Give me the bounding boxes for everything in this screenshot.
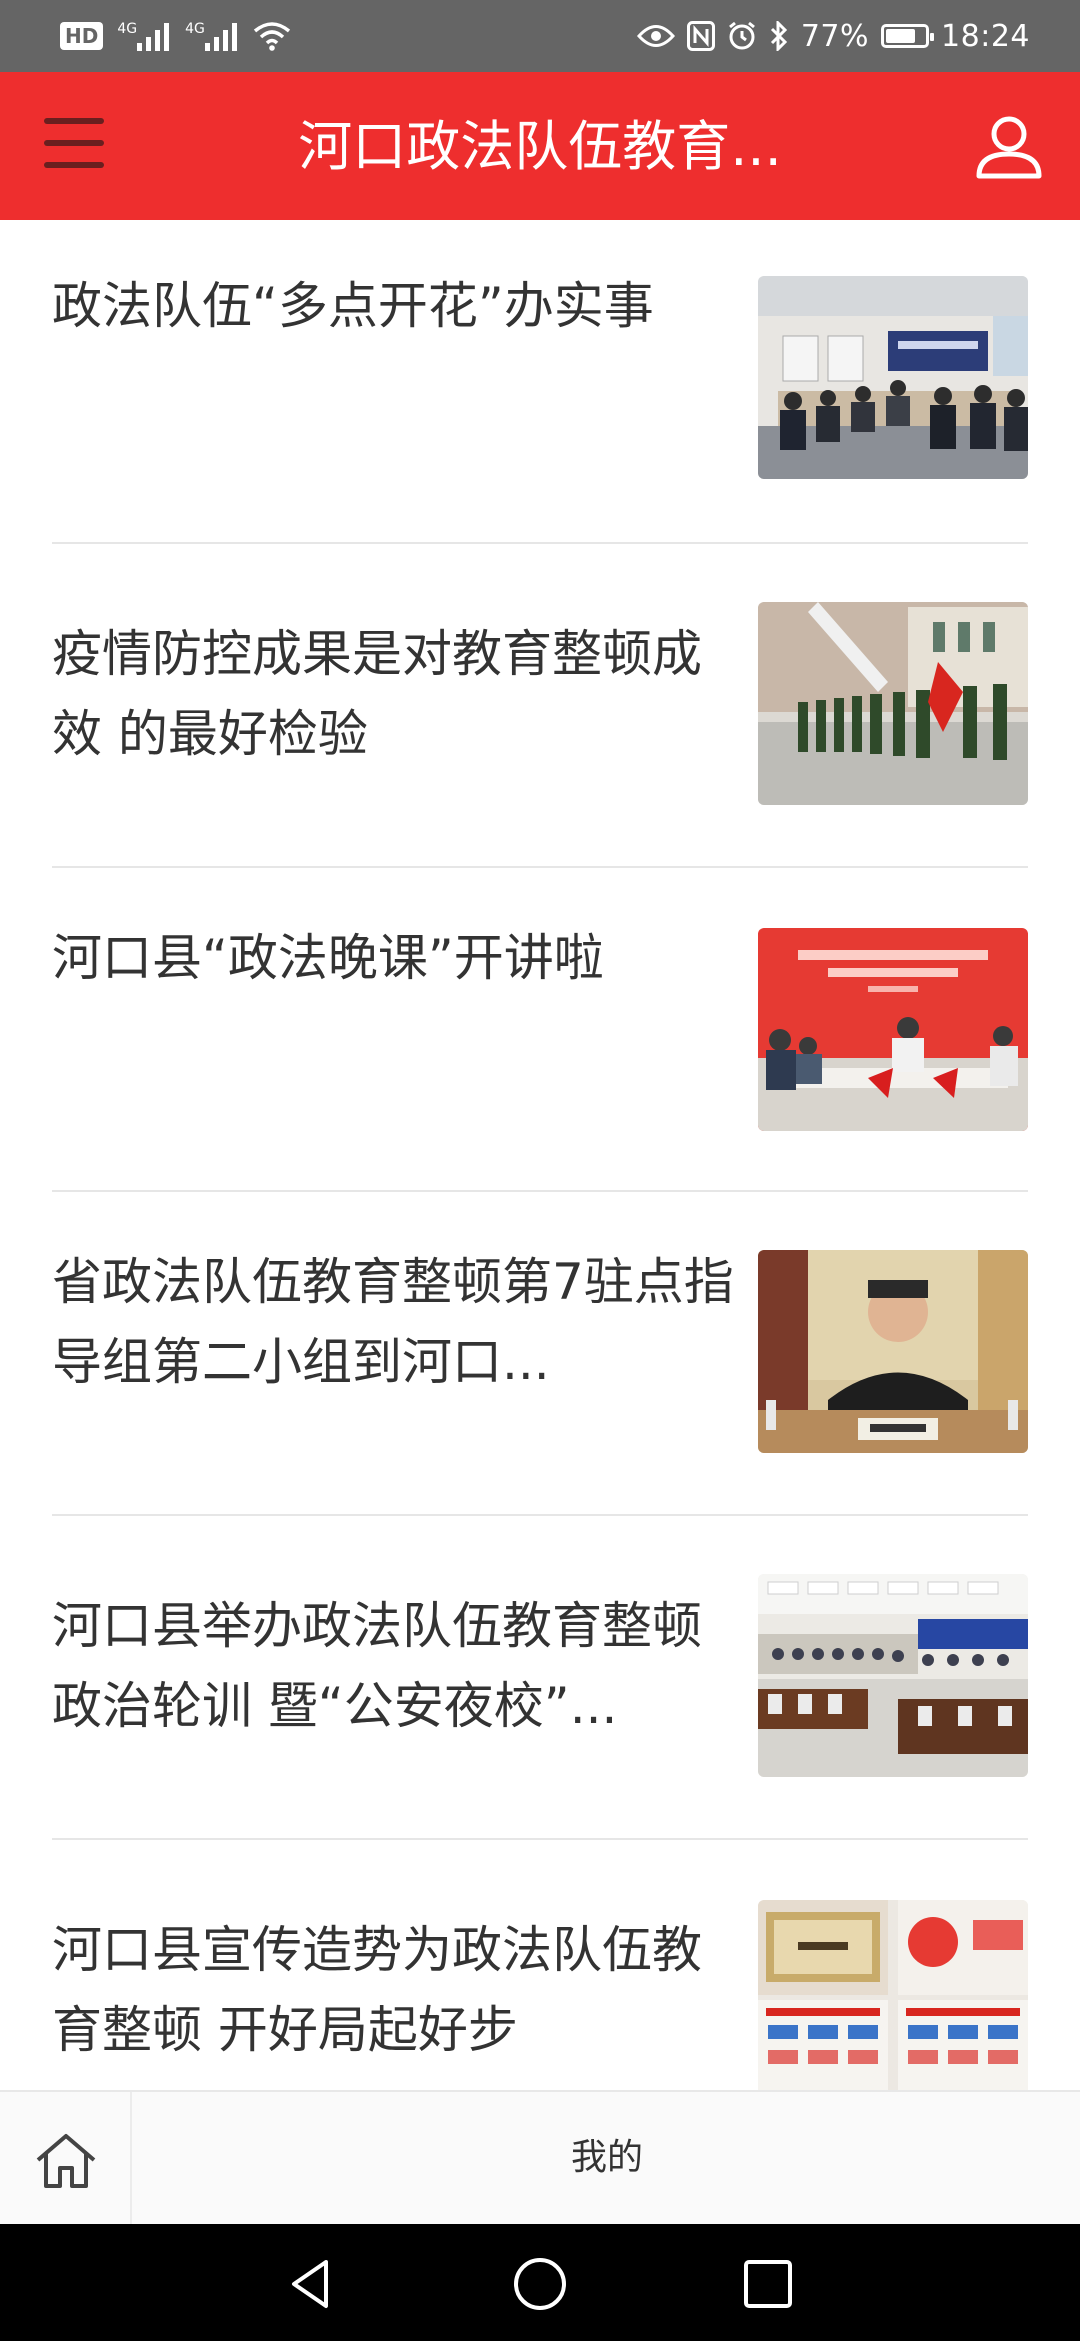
article-title: 河口县宣传造势为政法队伍教育整顿 开好局起好步 <box>52 1921 702 2059</box>
article-item[interactable]: 疫情防控成果是对教育整顿成效 的最好检验 <box>52 544 1028 868</box>
clock: 18:24 <box>941 18 1030 54</box>
office-posters-photo <box>758 1900 1028 2090</box>
home-circle-icon[interactable] <box>510 2254 570 2314</box>
signal-icon-2: 4G <box>185 21 239 51</box>
battery-percent: 77% <box>800 18 870 54</box>
article-item[interactable]: 河口县“政法晚课”开讲啦 <box>52 868 1028 1192</box>
recents-square-icon[interactable] <box>738 2254 798 2314</box>
official-portrait-photo <box>758 1250 1028 1453</box>
wifi-icon <box>253 21 291 51</box>
bluetooth-icon <box>769 21 789 51</box>
hd-badge: HD <box>60 22 104 50</box>
bottom-nav: 我的 <box>0 2090 1080 2224</box>
training-hall-photo <box>758 1574 1028 1777</box>
article-title: 政法队伍“多点开花”办实事 <box>52 277 654 335</box>
nfc-icon <box>686 21 715 51</box>
signal-icon-1: 4G <box>117 21 171 51</box>
article-title: 省政法队伍教育整顿第7驻点指导组第二小组到河口... <box>52 1253 734 1391</box>
meeting-room-photo <box>758 276 1028 479</box>
article-item[interactable]: 河口县举办政法队伍教育整顿政治轮训 暨“公安夜校”... <box>52 1516 1028 1840</box>
status-bar: HD 4G 4G 77% 18:24 <box>0 0 1080 72</box>
hamburger-menu-icon[interactable] <box>44 118 108 174</box>
alarm-icon <box>727 21 757 51</box>
article-title: 河口县举办政法队伍教育整顿政治轮训 暨“公安夜校”... <box>52 1597 702 1735</box>
back-triangle-icon[interactable] <box>282 2254 342 2314</box>
eye-icon <box>636 23 675 49</box>
article-list: 政法队伍“多点开花”办实事 疫情防控成果是对教育整顿成效 的最好检验 河口县“政… <box>0 220 1080 2090</box>
user-profile-icon[interactable] <box>974 114 1044 180</box>
article-item[interactable]: 省政法队伍教育整顿第7驻点指导组第二小组到河口... <box>52 1192 1028 1516</box>
battery-icon <box>881 24 935 48</box>
app-title: 河口政法队伍教育... <box>298 115 782 178</box>
tab-mine[interactable]: 我的 <box>134 2092 1080 2224</box>
article-item[interactable]: 河口县宣传造势为政法队伍教育整顿 开好局起好步 <box>52 1840 1028 2090</box>
evening-class-photo <box>758 928 1028 1131</box>
system-nav-bar <box>0 2224 1080 2341</box>
home-icon[interactable] <box>0 2092 132 2224</box>
article-title: 疫情防控成果是对教育整顿成效 的最好检验 <box>52 625 702 763</box>
app-bar: 河口政法队伍教育... <box>0 72 1080 220</box>
honor-guard-photo <box>758 602 1028 805</box>
article-title: 河口县“政法晚课”开讲啦 <box>52 929 604 987</box>
article-item[interactable]: 政法队伍“多点开花”办实事 <box>52 220 1028 544</box>
